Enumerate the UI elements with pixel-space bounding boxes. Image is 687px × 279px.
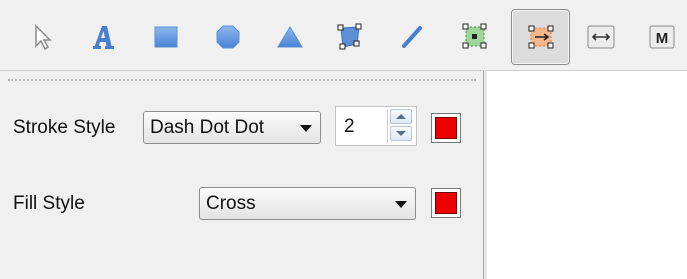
line-icon	[402, 26, 422, 48]
rectangle-tool-button[interactable]	[139, 10, 193, 64]
stroke-width-value: 2	[344, 116, 355, 137]
text-a-icon	[93, 26, 114, 49]
fill-style-value: Cross	[206, 193, 256, 214]
stroke-color-swatch	[435, 117, 457, 139]
transform-tool-button[interactable]	[511, 9, 570, 65]
m-tool-button[interactable]: M	[635, 10, 687, 64]
select-tool-button[interactable]	[16, 10, 70, 64]
ellipse-tool-button[interactable]	[201, 10, 255, 64]
text-tool-button[interactable]	[76, 10, 130, 64]
rounded-shape-icon	[216, 25, 240, 49]
spin-up-button[interactable]	[390, 109, 412, 124]
m-letter-icon: M	[649, 25, 675, 49]
fill-style-dropdown[interactable]: Cross	[199, 187, 416, 220]
fill-style-label: Fill Style	[13, 193, 85, 214]
stroke-style-dropdown[interactable]: Dash Dot Dot	[143, 111, 321, 144]
resize-tool-button[interactable]	[574, 10, 628, 64]
polygon-handles-icon	[337, 23, 362, 50]
triangle-icon	[277, 26, 303, 48]
stroke-style-label: Stroke Style	[13, 117, 116, 138]
arrow-cursor-icon	[35, 24, 52, 51]
edit-points-tool-button[interactable]	[448, 10, 502, 64]
style-panel	[0, 71, 483, 279]
chevron-down-icon	[395, 201, 407, 208]
arrow-up-icon	[396, 114, 406, 119]
tool-toolbar: M	[0, 0, 687, 71]
horizontal-arrows-icon	[587, 25, 615, 49]
fill-color-button[interactable]	[431, 188, 461, 218]
stroke-width-spinbox[interactable]: 2	[335, 106, 417, 146]
spin-down-button[interactable]	[390, 126, 412, 141]
panel-grip-dots[interactable]	[8, 79, 476, 81]
stroke-color-button[interactable]	[431, 113, 461, 143]
spin-buttons	[387, 109, 414, 143]
node-edit-icon	[462, 23, 487, 49]
polygon-tool-button[interactable]	[323, 10, 377, 64]
line-tool-button[interactable]	[385, 10, 439, 64]
move-handles-icon	[528, 25, 553, 49]
triangle-tool-button[interactable]	[263, 10, 317, 64]
chevron-down-icon	[300, 125, 312, 132]
fill-color-swatch	[435, 192, 457, 214]
svg-text:M: M	[656, 30, 669, 47]
arrow-down-icon	[396, 131, 406, 136]
drawing-canvas[interactable]	[487, 71, 687, 279]
rectangle-icon	[154, 26, 178, 48]
stroke-style-value: Dash Dot Dot	[150, 117, 265, 138]
